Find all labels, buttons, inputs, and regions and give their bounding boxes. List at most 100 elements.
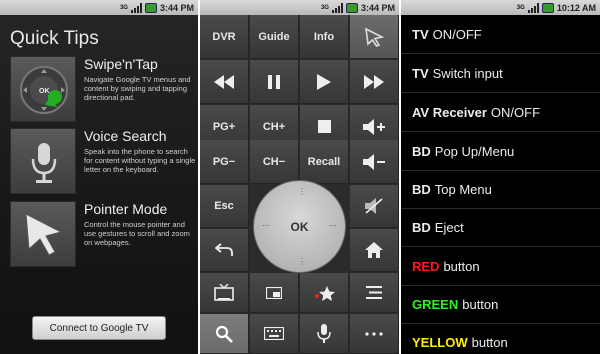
battery-icon [144, 2, 157, 13]
channel-down-button[interactable]: CH− [250, 140, 299, 184]
command-label: button [471, 335, 508, 350]
play-button[interactable] [300, 60, 349, 104]
bookmark-button[interactable] [300, 273, 349, 313]
command-list-screen: 3G 10:12 AM TV ON/OFF TV Switch input AV R… [401, 0, 600, 354]
swipe-tap-icon-label: OK [39, 88, 50, 95]
tip-title: Swipe'n'Tap [84, 56, 158, 72]
swipe-tap-icon: OK [10, 56, 76, 122]
command-label: Top Menu [434, 182, 492, 197]
command-item[interactable]: BD Pop Up/Menu [401, 133, 600, 171]
play-icon [317, 73, 331, 90]
search-button[interactable] [200, 314, 249, 354]
status-time: 3:44 PM [360, 2, 395, 13]
mute-button[interactable] [350, 185, 399, 228]
status-bar: 3G 3:44 PM [200, 0, 399, 15]
command-label: Switch input [432, 66, 503, 81]
microphone-icon [317, 323, 331, 343]
rewind-icon [214, 74, 234, 89]
signal-icon [130, 2, 142, 13]
voice-search-button[interactable] [300, 314, 349, 354]
info-button[interactable]: Info [300, 15, 349, 59]
command-item[interactable]: GREEN button [401, 286, 600, 324]
status-bar: 3G 3:44 PM [0, 0, 198, 15]
dvr-button[interactable]: DVR [200, 15, 249, 59]
tip-description: Control the mouse pointer and use gestur… [84, 220, 190, 247]
command-item[interactable]: AV Receiver ON/OFF [401, 94, 600, 132]
command-label-bold: BD [412, 144, 431, 159]
command-label-bold: BD [412, 220, 431, 235]
network-indicator: 3G [516, 4, 525, 11]
command-item[interactable]: TV Switch input [401, 55, 600, 93]
fast-forward-icon [364, 74, 384, 89]
status-time: 3:44 PM [159, 2, 194, 13]
command-item[interactable]: BD Eject [401, 209, 600, 247]
command-label-bold: YELLOW [412, 335, 468, 350]
pause-button[interactable] [250, 60, 299, 104]
command-label: ON/OFF [490, 105, 541, 120]
keyboard-button[interactable] [250, 314, 299, 354]
status-time: 10:12 AM [556, 2, 596, 13]
back-button[interactable] [200, 229, 249, 272]
dpad-left-icon: ⋯ [262, 221, 270, 230]
rewind-button[interactable] [200, 60, 249, 104]
command-label-bold: AV Receiver [412, 105, 487, 120]
command-item[interactable]: BD Top Menu [401, 171, 600, 209]
network-indicator: 3G [119, 4, 128, 11]
pip-icon [266, 286, 282, 299]
tip-title: Pointer Mode [84, 201, 168, 217]
home-icon [365, 242, 383, 258]
directional-pad[interactable]: ⋮ ⋮ ⋯ ⋯ OK [253, 180, 346, 273]
command-label-bold: RED [412, 259, 440, 274]
bookmark-star-icon [315, 285, 335, 301]
command-label: button [462, 297, 499, 312]
command-label: ON/OFF [432, 27, 482, 42]
remote-control-screen: 3G 3:44 PM DVR Guide Info PG+ CH+ PG− CH… [200, 0, 399, 354]
tip-voice-search: Voice Search Speak into the phone to sea… [10, 128, 196, 194]
keyboard-icon [264, 327, 284, 340]
pointer-icon [365, 27, 385, 47]
stop-icon [317, 120, 331, 133]
command-label-bold: BD [412, 182, 431, 197]
pause-icon [268, 74, 280, 89]
microphone-icon [10, 128, 76, 194]
tip-description: Navigate Google TV menus and content by … [84, 75, 191, 102]
tv-icon [214, 283, 234, 301]
live-tv-button[interactable] [200, 273, 249, 313]
signal-icon [527, 2, 539, 13]
picture-in-picture-button[interactable] [250, 273, 299, 313]
ok-button[interactable]: OK [291, 220, 309, 234]
command-label: Eject [434, 220, 464, 235]
status-bar: 3G 10:12 AM [401, 0, 600, 15]
command-item[interactable]: RED button [401, 248, 600, 286]
page-down-button[interactable]: PG− [200, 140, 249, 184]
quick-tips-screen: 3G 3:44 PM Quick Tips OK Swipe'n'Tap Nav… [0, 0, 198, 354]
mute-icon [365, 198, 383, 214]
back-arrow-icon [215, 243, 233, 256]
dpad-right-icon: ⋯ [329, 221, 337, 230]
command-label: Pop Up/Menu [434, 144, 515, 159]
menu-button[interactable] [350, 273, 399, 313]
escape-button[interactable]: Esc [200, 185, 249, 228]
command-label-bold: TV [412, 66, 429, 81]
guide-button[interactable]: Guide [250, 15, 299, 59]
command-item[interactable]: YELLOW button [401, 324, 600, 354]
page-title: Quick Tips [10, 28, 99, 49]
command-item[interactable]: TV ON/OFF [401, 16, 600, 54]
connect-button[interactable]: Connect to Google TV [32, 316, 166, 340]
home-button[interactable] [350, 229, 399, 272]
dpad-up-icon: ⋮ [298, 187, 306, 196]
fast-forward-button[interactable] [350, 60, 399, 104]
tip-swipe-tap: OK Swipe'n'Tap Navigate Google TV menus … [10, 56, 196, 122]
pointer-mode-button[interactable] [350, 15, 399, 59]
network-indicator: 3G [320, 4, 329, 11]
volume-down-icon [363, 153, 385, 170]
recall-button[interactable]: Recall [300, 140, 349, 184]
tip-pointer-mode: Pointer Mode Control the mouse pointer a… [10, 201, 196, 267]
dpad-down-icon: ⋮ [298, 257, 306, 266]
command-label-bold: TV [412, 27, 429, 42]
volume-down-button[interactable] [350, 140, 399, 184]
tip-title: Voice Search [84, 128, 167, 144]
command-label-bold: GREEN [412, 297, 459, 312]
command-label: button [443, 259, 480, 274]
more-button[interactable] [350, 314, 399, 354]
